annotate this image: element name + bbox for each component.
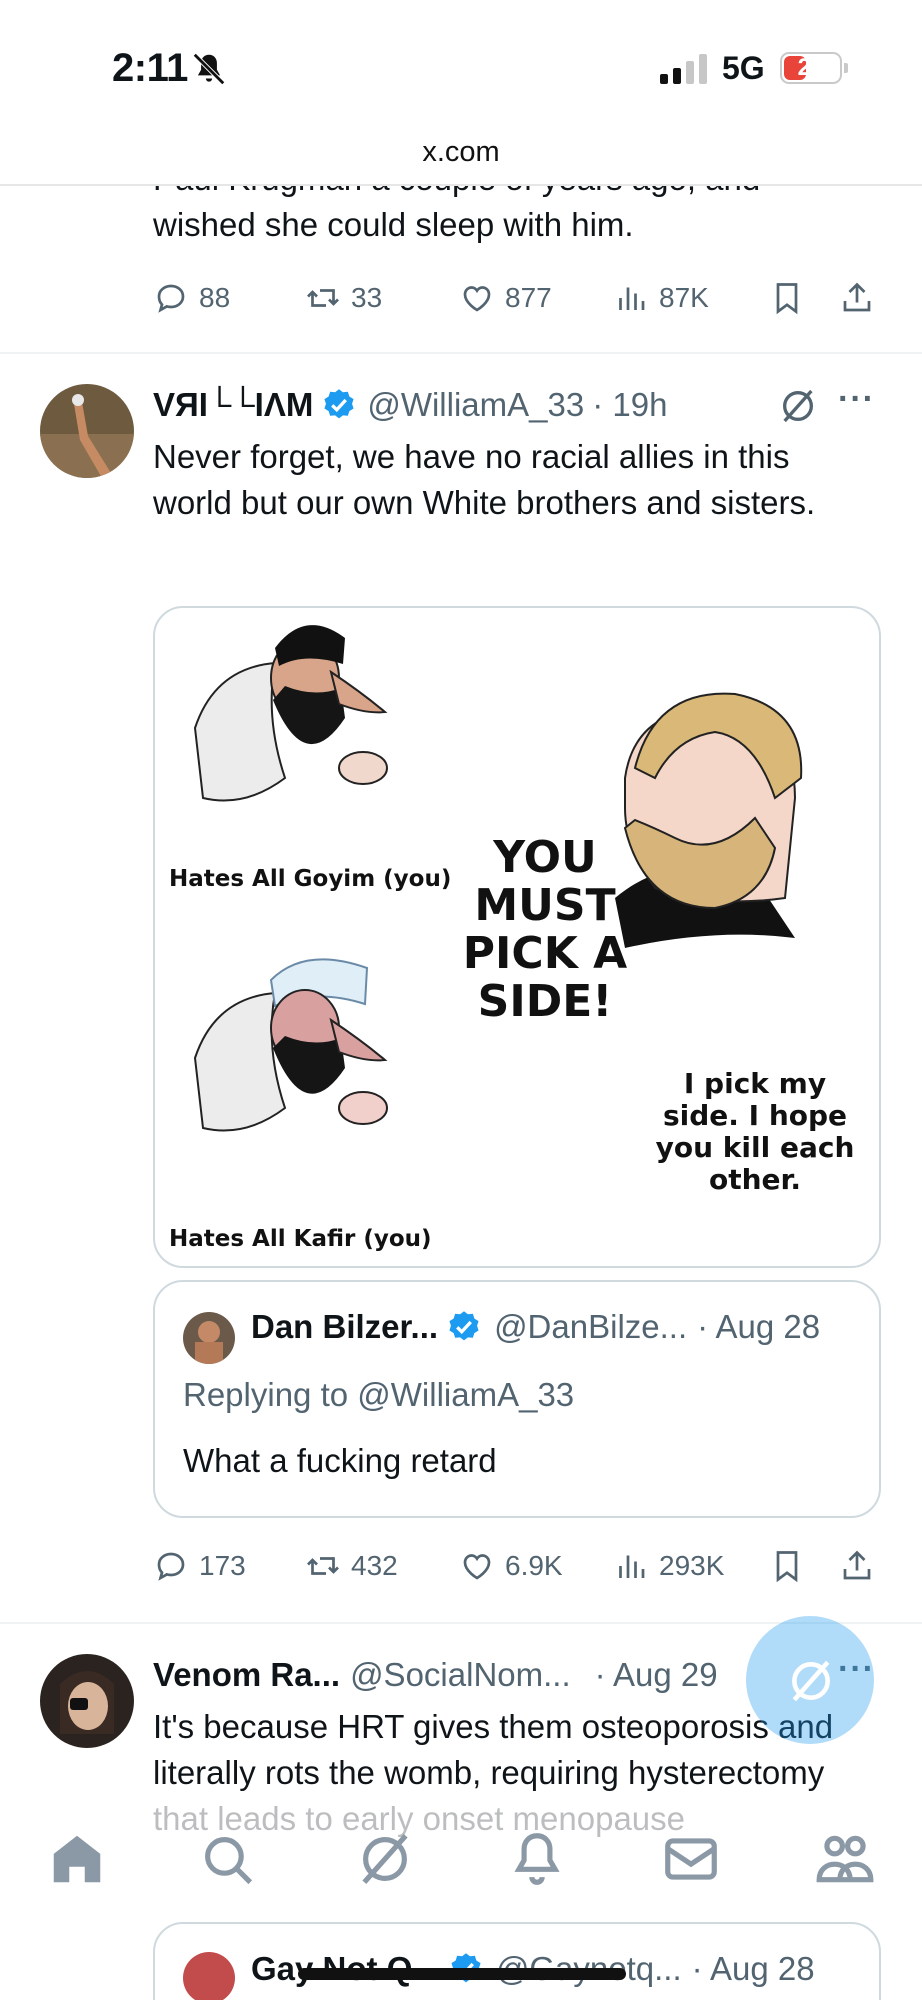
avatar[interactable] xyxy=(40,1654,134,1748)
repost-button[interactable]: 432 xyxy=(305,1548,398,1584)
status-bar: 2:11 5G 20 x.com xyxy=(0,0,922,168)
avatar-image xyxy=(40,384,134,478)
quoted-handle: @DanBilze... xyxy=(494,1308,688,1345)
tweet-media-image[interactable]: Hates All Goyim (you) Hates All Kafir (y… xyxy=(153,606,881,1268)
reply-count: 88 xyxy=(199,282,231,313)
quoted-avatar xyxy=(183,1952,235,2000)
reply-button[interactable]: 173 xyxy=(153,1548,246,1584)
reply-count: 173 xyxy=(199,1550,246,1581)
user-handle[interactable]: @SocialNom... xyxy=(350,1656,571,1694)
communities-icon xyxy=(816,1835,874,1883)
bookmark-icon xyxy=(776,283,798,315)
compose-fab-button[interactable] xyxy=(746,1616,874,1744)
repost-button[interactable]: 33 xyxy=(305,280,382,316)
bookmark-button[interactable] xyxy=(769,280,805,321)
messages-icon xyxy=(665,1838,717,1880)
views-button[interactable]: 87K xyxy=(613,280,709,316)
speech-bubble-icon xyxy=(157,284,185,313)
tweet-actions: 173 432 6.9K 293K xyxy=(153,1548,873,1596)
signal-icon xyxy=(660,54,707,84)
bar-chart-icon xyxy=(619,1555,645,1578)
quoted-display-name: Dan Bilzer... xyxy=(251,1308,439,1345)
heart-icon xyxy=(463,1554,491,1580)
repost-count: 33 xyxy=(351,282,383,313)
nav-search[interactable] xyxy=(196,1828,258,1890)
tweet-header: VЯI└└IΛM @WilliamA_33 · 19h xyxy=(153,386,667,424)
home-indicator[interactable] xyxy=(298,1968,626,1980)
like-count: 6.9K xyxy=(505,1550,563,1581)
tweet-timestamp[interactable]: · 19h xyxy=(592,386,667,424)
grok-icon[interactable] xyxy=(778,386,818,426)
notifications-icon xyxy=(514,1833,560,1885)
like-button[interactable]: 877 xyxy=(459,280,552,316)
status-time: 2:11 xyxy=(112,46,188,90)
speech-bubble-icon xyxy=(157,1552,185,1581)
display-name[interactable]: Venom Ra... xyxy=(153,1656,340,1694)
meme-label-bottom-left: Hates All Kafir (you) xyxy=(169,1226,432,1252)
views-button[interactable]: 293K xyxy=(613,1548,724,1584)
quoted-avatar xyxy=(183,1312,235,1364)
display-name[interactable]: VЯI└└IΛM xyxy=(153,386,313,424)
share-icon xyxy=(843,282,871,312)
silent-bell-icon xyxy=(193,53,225,85)
user-handle[interactable]: @WilliamA_33 xyxy=(367,386,584,424)
share-button[interactable] xyxy=(839,280,875,321)
quoted-header: Dan Bilzer... @DanBilze... · Aug 28 xyxy=(251,1308,820,1346)
prev-tweet-text-partial: Paul Krugman a couple of years ago, and xyxy=(153,186,760,202)
nav-messages[interactable] xyxy=(660,1828,722,1890)
verified-badge-icon xyxy=(449,1311,479,1341)
heart-icon xyxy=(463,286,491,312)
nav-home[interactable] xyxy=(46,1828,108,1890)
prev-tweet-text: Paul Krugman a couple of years ago, and … xyxy=(153,186,873,248)
quoted-timestamp: · Aug 28 xyxy=(697,1308,821,1345)
meme-right-text: I pick my side. I hope you kill each oth… xyxy=(655,1067,855,1196)
tweet-text: Never forget, we have no racial allies i… xyxy=(153,438,816,521)
nav-communities[interactable] xyxy=(814,1828,876,1890)
grok-icon xyxy=(362,1834,408,1884)
repost-icon xyxy=(307,289,339,307)
replying-to: Replying to @WilliamA_33 xyxy=(183,1376,574,1414)
home-icon xyxy=(53,1835,101,1883)
bar-chart-icon xyxy=(619,287,645,310)
tweet-divider xyxy=(0,352,922,354)
share-button[interactable] xyxy=(839,1548,875,1589)
quoted-tweet[interactable]: Dan Bilzer... @DanBilze... · Aug 28 Repl… xyxy=(153,1280,881,1518)
quoted-tweet[interactable]: Gay Not Q... @Gaynotq... · Aug 28 xyxy=(153,1922,881,2000)
like-button[interactable]: 6.9K xyxy=(459,1548,563,1584)
battery-level: 20 xyxy=(797,54,825,81)
avatar[interactable] xyxy=(40,384,134,478)
battery-icon: 20 xyxy=(780,52,848,84)
tweet-timestamp[interactable]: · Aug 29 xyxy=(595,1656,718,1694)
figure-right xyxy=(615,692,803,948)
bookmark-button[interactable] xyxy=(769,1548,805,1589)
verified-badge-icon xyxy=(324,389,354,419)
nav-notifications[interactable] xyxy=(506,1828,568,1890)
like-count: 877 xyxy=(505,282,552,313)
figure-bottom-left xyxy=(193,958,388,1132)
grok-icon xyxy=(792,1660,830,1702)
tweet-header: Venom Ra... @SocialNom... · Aug 29 xyxy=(153,1656,718,1694)
share-icon xyxy=(843,1550,871,1580)
figure-top-left xyxy=(193,625,388,802)
views-count: 87K xyxy=(659,282,709,313)
meme-center-text: YOU MUST PICK A SIDE! xyxy=(462,832,628,1027)
prev-tweet-text-last-line: wished she could sleep with him. xyxy=(153,206,634,243)
url-bar[interactable]: x.com xyxy=(0,136,922,169)
avatar-image xyxy=(40,1654,134,1748)
quoted-text: What a fucking retard xyxy=(183,1442,497,1479)
replying-to-handle[interactable]: @WilliamA_33 xyxy=(357,1376,574,1413)
network-type: 5G xyxy=(722,50,765,86)
bookmark-icon xyxy=(776,1551,798,1583)
repost-icon xyxy=(307,1557,339,1575)
quoted-timestamp: · Aug 28 xyxy=(691,1950,815,1987)
views-count: 293K xyxy=(659,1550,725,1581)
replying-to-prefix: Replying to xyxy=(183,1376,358,1413)
meme-label-top-left: Hates All Goyim (you) xyxy=(169,866,452,892)
repost-count: 432 xyxy=(351,1550,398,1581)
search-icon xyxy=(205,1837,253,1885)
nav-grok[interactable] xyxy=(354,1828,416,1890)
reply-button[interactable]: 88 xyxy=(153,280,230,316)
more-icon[interactable]: ··· xyxy=(838,380,875,419)
prev-tweet-actions: 88 33 877 87K xyxy=(153,280,873,328)
